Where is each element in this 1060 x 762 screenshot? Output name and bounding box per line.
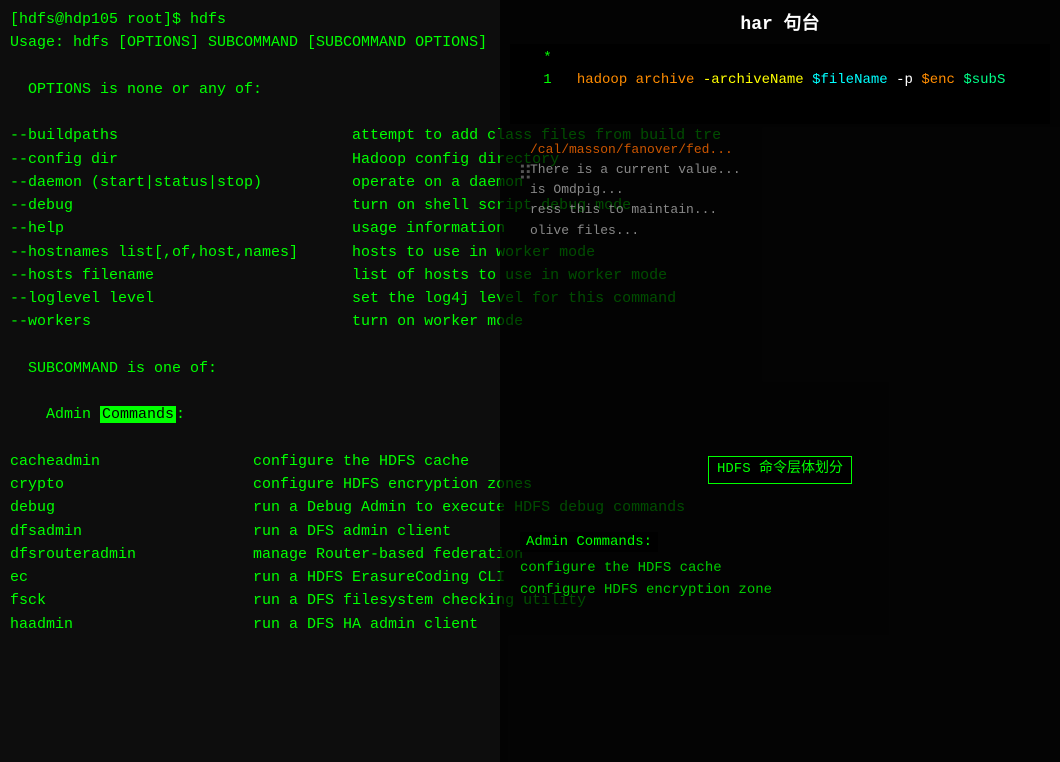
- cmd-cacheadmin: cacheadmin configure the HDFS cache: [10, 453, 469, 470]
- cmd-ec: ec run a HDFS ErasureCoding CLI: [10, 569, 505, 586]
- commands-highlighted: Commands: [100, 406, 176, 423]
- option-daemon: --daemon (start|status|stop) operate on …: [10, 174, 523, 191]
- right-desc-2: configure HDFS encryption zone: [520, 580, 772, 602]
- right-admin-desc: configure the HDFS cache configure HDFS …: [520, 558, 772, 601]
- admin-label: Admin: [46, 406, 100, 423]
- hdfs-section-label: HDFS 命令层体划分: [708, 456, 852, 484]
- cmd-haadmin: haadmin run a DFS HA admin client: [10, 616, 478, 633]
- top-line2: 1 hadoop archive -archiveName $fileName …: [518, 72, 1005, 88]
- cmd-dfsrouteradmin: dfsrouteradmin manage Router-based feder…: [10, 546, 523, 563]
- prompt-line: [hdfs@hdp105 root]$ hdfs: [10, 11, 226, 28]
- subcommand-header: SUBCOMMAND is one of:: [10, 360, 217, 377]
- admin-commands-label-area: Admin Commands:: [520, 530, 658, 554]
- cmd-dfsadmin: dfsadmin run a DFS admin client: [10, 523, 451, 540]
- usage-line: Usage: hdfs [OPTIONS] SUBCOMMAND [SUBCOM…: [10, 34, 487, 51]
- top-line1: *: [518, 50, 552, 66]
- options-header: OPTIONS is none or any of:: [10, 81, 262, 98]
- right-panel-top: har 句台 * 1 hadoop archive -archiveName $…: [510, 8, 1050, 138]
- right-panel: har 句台 * 1 hadoop archive -archiveName $…: [500, 0, 1060, 762]
- path-info: /cal/masson/fanover/fed... There is a cu…: [530, 140, 1060, 241]
- cmd-crypto: crypto configure HDFS encryption zones: [10, 476, 532, 493]
- hdfs-label-area: HDFS 命令层体划分: [500, 450, 1060, 490]
- admin-commands-right-label: Admin Commands:: [520, 532, 658, 552]
- har-title: har 句台: [510, 8, 1050, 40]
- right-desc-1: configure the HDFS cache: [520, 558, 772, 580]
- option-workers: --workers turn on worker mode: [10, 313, 523, 330]
- colon: :: [176, 406, 185, 423]
- top-code-area: * 1 hadoop archive -archiveName $fileNam…: [510, 44, 1050, 124]
- option-config: --config dir Hadoop config directory: [10, 151, 559, 168]
- option-help: --help usage information: [10, 220, 505, 237]
